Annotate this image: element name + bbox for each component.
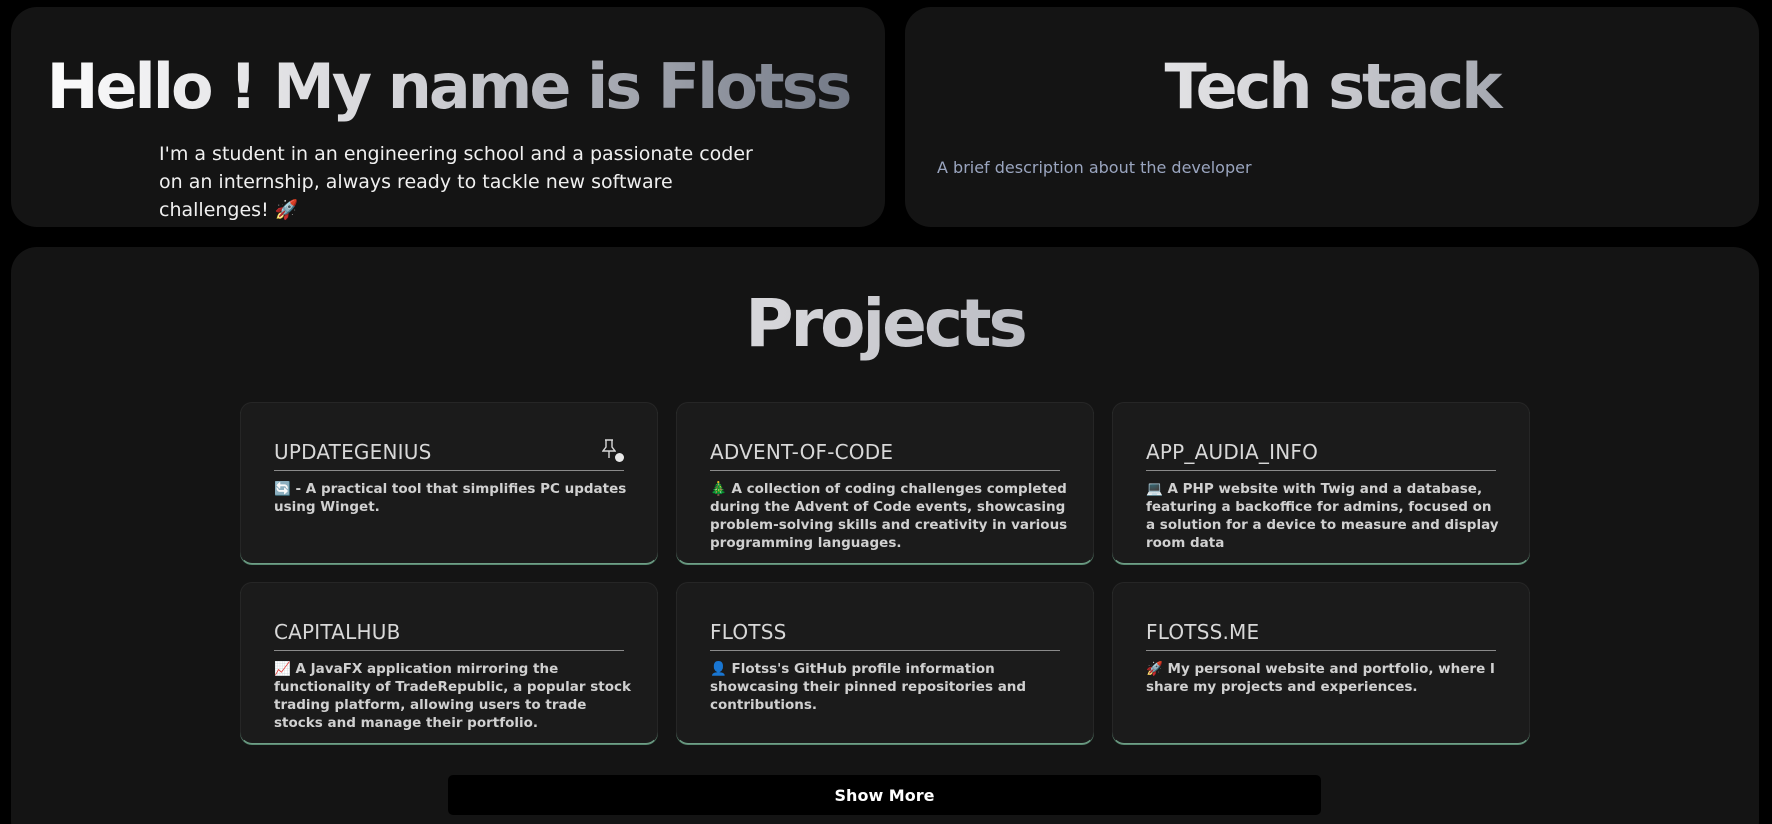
tech-stack-description: A brief description about the developer xyxy=(937,158,1252,177)
projects-panel: Projects UPDATEGENIUS 🔄 - A practical to… xyxy=(11,247,1759,824)
project-title: FLOTSS xyxy=(710,619,1060,651)
project-title: ADVENT-OF-CODE xyxy=(710,439,1060,471)
hello-title: Hello ! My name is Flotss xyxy=(11,47,885,127)
project-card-app-audia-info[interactable]: APP_AUDIA_INFO 💻 A PHP website with Twig… xyxy=(1112,402,1530,564)
project-description: 💻 A PHP website with Twig and a database… xyxy=(1146,481,1499,551)
pin-badge-dot xyxy=(615,453,624,462)
project-description: 👤 Flotss's GitHub profile information sh… xyxy=(710,661,1027,713)
tech-stack-title: Tech stack xyxy=(905,47,1759,127)
project-title: UPDATEGENIUS xyxy=(274,439,624,471)
intro-panel: Hello ! My name is Flotss I'm a student … xyxy=(11,7,885,227)
intro-text: I'm a student in an engineering school a… xyxy=(159,143,753,221)
project-title: FLOTSS.ME xyxy=(1146,619,1496,651)
project-description: 🔄 - A practical tool that simplifies PC … xyxy=(274,481,627,515)
project-title: APP_AUDIA_INFO xyxy=(1146,439,1496,471)
project-card-capitalhub[interactable]: CAPITALHUB 📈 A JavaFX application mirror… xyxy=(240,582,658,744)
project-description: 🎄 A collection of coding challenges comp… xyxy=(710,481,1068,551)
project-card-flotss[interactable]: FLOTSS 👤 Flotss's GitHub profile informa… xyxy=(676,582,1094,744)
tech-stack-panel: Tech stack A brief description about the… xyxy=(905,7,1759,227)
project-description: 🚀 My personal website and portfolio, whe… xyxy=(1146,661,1495,695)
pin-icon xyxy=(602,439,624,463)
project-card-flotss-me[interactable]: FLOTSS.ME 🚀 My personal website and port… xyxy=(1112,582,1530,744)
project-description: 📈 A JavaFX application mirroring the fun… xyxy=(274,661,631,731)
projects-title: Projects xyxy=(11,279,1759,369)
show-more-button[interactable]: Show More xyxy=(448,775,1321,815)
project-title: CAPITALHUB xyxy=(274,619,624,651)
project-card-updategenius[interactable]: UPDATEGENIUS 🔄 - A practical tool that s… xyxy=(240,402,658,564)
project-card-advent-of-code[interactable]: ADVENT-OF-CODE 🎄 A collection of coding … xyxy=(676,402,1094,564)
